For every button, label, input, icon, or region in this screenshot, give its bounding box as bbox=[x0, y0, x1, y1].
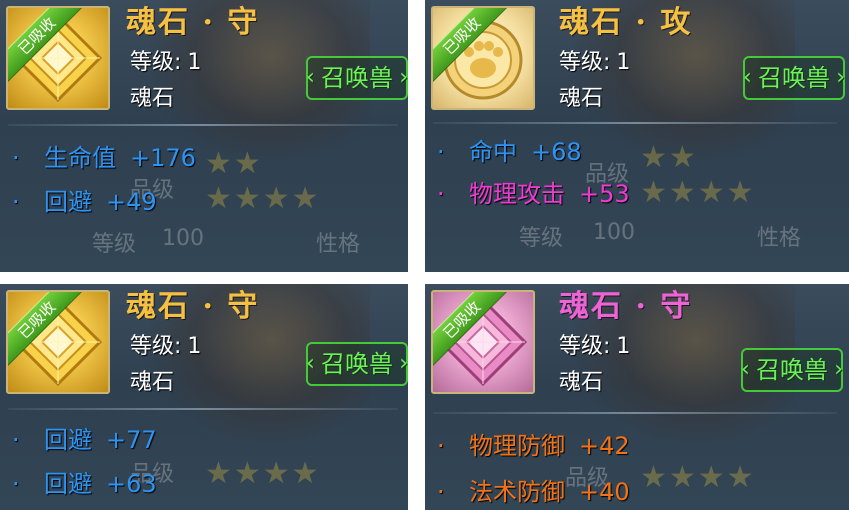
item-level: 等级: 1 bbox=[559, 328, 630, 360]
stat-value: +49 bbox=[106, 188, 157, 216]
level-label: 等级: bbox=[130, 50, 182, 75]
bg-rating-stars: ★★ ★★★★ bbox=[640, 140, 756, 210]
level-value: 1 bbox=[187, 334, 202, 359]
stat-bullet: · bbox=[437, 180, 445, 208]
level-label: 等级: bbox=[559, 334, 611, 359]
bg-level-value: 100 bbox=[162, 226, 204, 251]
stat-value: +63 bbox=[106, 470, 157, 498]
soul-stone-card-3: 品级 ★★★★ 已吸收 魂石 · 守 等级:1 魂石 召唤兽 ·回避+77 ·回… bbox=[0, 284, 408, 510]
summon-beast-button[interactable]: 召唤兽 bbox=[743, 56, 845, 100]
stat-value: +53 bbox=[579, 180, 630, 208]
stat-bullet: · bbox=[12, 188, 20, 216]
soul-stone-card-1: 品级 ★★★★★★ 等级 100 性格 已吸收 魂石 · 守 等级:1 魂石 召… bbox=[0, 0, 408, 272]
item-level: 等级: 1 bbox=[130, 328, 201, 360]
stat-bullet: · bbox=[437, 478, 445, 506]
stat-value: +40 bbox=[579, 478, 630, 506]
bg-rating-stars: ★★★★ bbox=[205, 456, 321, 491]
stat-bullet: · bbox=[12, 426, 20, 454]
stat-bullet: · bbox=[437, 432, 445, 460]
summon-beast-button[interactable]: 召唤兽 bbox=[306, 56, 408, 100]
bg-rating-stars: ★★ ★★★★ bbox=[205, 146, 321, 216]
stat-bullet: · bbox=[12, 144, 20, 172]
stat-line: · 命中 +68 bbox=[437, 132, 582, 167]
header-divider bbox=[8, 408, 398, 410]
soul-stone-item-icon[interactable]: 已吸收 bbox=[431, 6, 535, 110]
level-label: 等级: bbox=[130, 334, 182, 359]
level-label: 等级: bbox=[559, 50, 611, 75]
header-divider bbox=[433, 412, 837, 414]
stat-line: · 回避 +77 bbox=[12, 420, 157, 455]
stat-name: 回避 bbox=[44, 188, 92, 216]
summon-beast-button[interactable]: 召唤兽 bbox=[741, 348, 843, 392]
header-divider bbox=[8, 124, 398, 126]
summon-beast-button[interactable]: 召唤兽 bbox=[306, 342, 408, 386]
item-kind: 魂石 bbox=[130, 370, 175, 395]
level-value: 1 bbox=[187, 50, 202, 75]
stat-line: · 回避 +49 bbox=[12, 182, 157, 217]
bg-personality-label: 性格 bbox=[757, 226, 802, 251]
item-title: 魂石 · 守 bbox=[559, 289, 693, 324]
stat-line: · 生命值 +176 bbox=[12, 138, 196, 173]
item-kind: 魂石 bbox=[559, 370, 604, 395]
item-level: 等级: 1 bbox=[559, 44, 630, 76]
item-level: 等级: 1 bbox=[130, 44, 201, 76]
level-value: 1 bbox=[616, 334, 631, 359]
soul-stone-card-2: 品级 ★★★★★★ 等级 100 性格 已吸收 魂石 · 攻 等级:1 魂石 召… bbox=[425, 0, 849, 272]
stat-name: 回避 bbox=[44, 470, 92, 498]
bg-personality-label: 性格 bbox=[316, 232, 361, 257]
stat-value: +42 bbox=[579, 432, 630, 460]
item-title: 魂石 · 守 bbox=[126, 289, 260, 324]
soul-stone-item-icon[interactable]: 已吸收 bbox=[431, 290, 535, 394]
item-kind: 魂石 bbox=[559, 86, 604, 111]
stat-line: · 回避 +63 bbox=[12, 464, 157, 499]
stat-line: · 法术防御 +40 bbox=[437, 472, 630, 507]
stat-value: +68 bbox=[531, 138, 582, 166]
item-title: 魂石 · 守 bbox=[126, 5, 260, 40]
stat-line: · 物理攻击 +53 bbox=[437, 174, 630, 209]
stat-name: 回避 bbox=[44, 426, 92, 454]
bg-level-label: 等级 bbox=[519, 226, 564, 251]
header-divider bbox=[433, 122, 837, 124]
stat-name: 物理防御 bbox=[469, 432, 565, 460]
soul-stone-card-4: 品级 ★★★★ 已吸收 魂石 · 守 等级:1 魂石 召唤兽 ·物理防御+42 … bbox=[425, 284, 849, 510]
stat-bullet: · bbox=[12, 470, 20, 498]
stat-name: 法术防御 bbox=[469, 478, 565, 506]
level-value: 1 bbox=[616, 50, 631, 75]
stat-value: +77 bbox=[106, 426, 157, 454]
stat-bullet: · bbox=[437, 138, 445, 166]
stat-name: 命中 bbox=[469, 138, 517, 166]
item-title: 魂石 · 攻 bbox=[559, 5, 693, 40]
item-kind: 魂石 bbox=[130, 86, 175, 111]
soul-stone-item-icon[interactable]: 已吸收 bbox=[6, 290, 110, 394]
stat-value: +176 bbox=[130, 144, 196, 172]
stat-line: · 物理防御 +42 bbox=[437, 426, 630, 461]
soul-stone-item-icon[interactable]: 已吸收 bbox=[6, 6, 110, 110]
bg-level-label: 等级 bbox=[92, 232, 137, 257]
bg-rating-stars: ★★★★ bbox=[640, 460, 756, 495]
bg-level-value: 100 bbox=[593, 220, 635, 245]
stat-name: 物理攻击 bbox=[469, 180, 565, 208]
stat-name: 生命值 bbox=[44, 144, 116, 172]
